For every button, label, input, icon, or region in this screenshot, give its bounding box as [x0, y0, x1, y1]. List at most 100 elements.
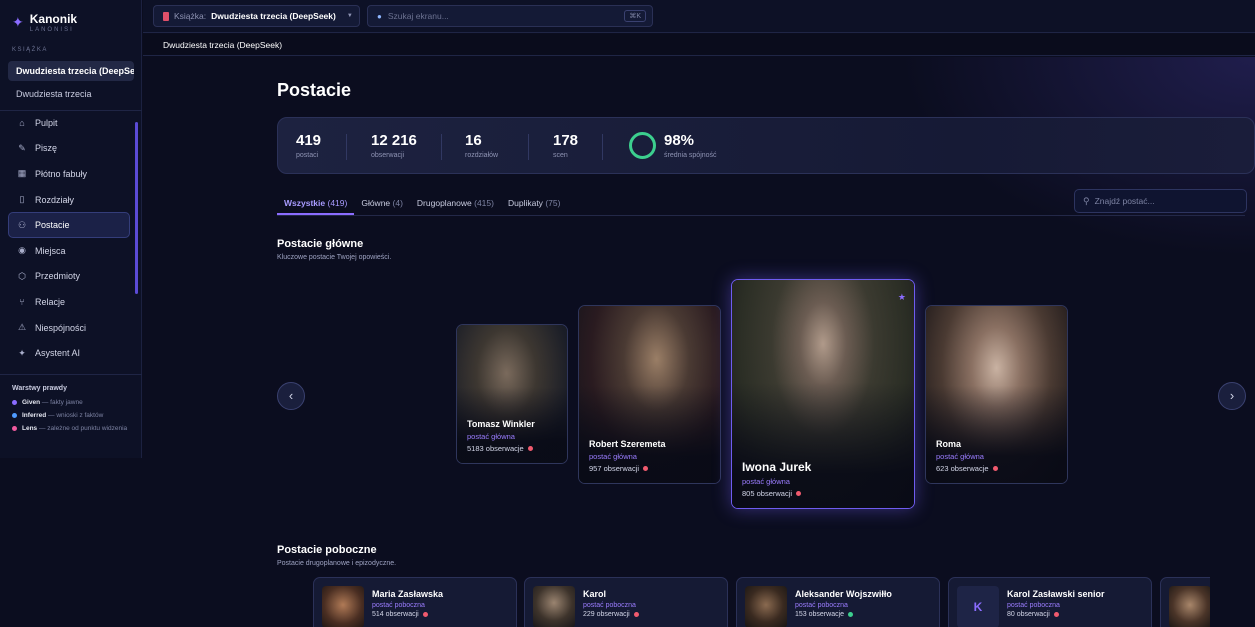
- character-info: Iwona Jurek postać główna 805 obserwacji: [742, 460, 811, 498]
- character-card-iwona[interactable]: ★ Iwona Jurek postać główna 805 obserwac…: [731, 279, 915, 509]
- sidebar-item-label: Relacje: [35, 296, 66, 307]
- sidebar-item-label: Pulpit: [35, 117, 58, 128]
- legend-given: Given — fakty jawne: [12, 398, 134, 407]
- pin-icon: ◉: [18, 245, 26, 256]
- character-search-placeholder: Znajdź postać...: [1094, 196, 1155, 206]
- consistency-ring: [629, 132, 656, 159]
- sidebar: ✦ Kanonik LANONISI KSIĄŻKA Dwudziesta tr…: [0, 0, 142, 458]
- breadcrumb-bar: Dwudziesta trzecia (DeepSeek): [143, 34, 1255, 56]
- status-dot-icon: [1053, 612, 1059, 617]
- character-observations: 153 obserwacje: [795, 611, 892, 618]
- character-name: Karol Zasławski senior: [1007, 589, 1105, 599]
- screen-search-placeholder: Szukaj ekranu...: [387, 11, 449, 21]
- book-item-default[interactable]: Dwudziesta trzecia: [8, 84, 134, 104]
- screen-search-input[interactable]: ● Szukaj ekranu... ⌘K: [367, 5, 653, 27]
- sparkle-logo-icon: ✦: [12, 14, 24, 30]
- sidebar-scrollbar[interactable]: [135, 122, 138, 294]
- character-card-roma[interactable]: Roma postać główna 623 obserwacje: [925, 305, 1068, 484]
- topbar: Książka: Dwudziesta trzecia (DeepSeek) ▼…: [143, 0, 1255, 33]
- book-selector[interactable]: Książka: Dwudziesta trzecia (DeepSeek) ▼: [153, 5, 360, 27]
- stat-characters: 419 postaci: [296, 132, 322, 159]
- character-role: postać poboczna: [372, 602, 425, 609]
- pencil-icon: ✎: [18, 142, 26, 153]
- stat-divider: [346, 134, 347, 160]
- sidebar-item-relacje[interactable]: ⑂ Relacje: [8, 289, 130, 315]
- carousel-next-button[interactable]: ›: [1218, 382, 1246, 410]
- book-icon: ▯: [19, 194, 25, 205]
- sidebar-item-pulpit[interactable]: ⌂ Pulpit: [8, 110, 130, 136]
- tab-secondary[interactable]: Drugoplanowe (415): [410, 193, 501, 215]
- home-icon: ⌂: [19, 117, 25, 128]
- tab-duplicates[interactable]: Duplikaty (75): [501, 193, 567, 215]
- character-info: Robert Szeremeta postać główna 957 obser…: [589, 439, 666, 473]
- side-section-title: Postacie poboczne: [277, 544, 377, 556]
- sidebar-item-przedmioty[interactable]: ⬡ Przedmioty: [8, 264, 130, 290]
- sidebar-nav: ⌂ Pulpit ✎ Piszę ▦ Płótno fabuły ▯ Rozdziały…: [8, 110, 130, 366]
- search-icon: ⚲: [1083, 195, 1090, 206]
- side-characters-list: Maria Zasławska postać poboczna 514 obse…: [313, 577, 1210, 627]
- stat-observations: 12 216 obserwacji: [371, 132, 417, 159]
- stats-panel: 419 postaci 12 216 obserwacji 16 rozdzia…: [277, 117, 1255, 174]
- sidebar-item-postacie[interactable]: ⚇ Postacie: [8, 212, 130, 238]
- chevron-right-icon: ›: [1229, 388, 1235, 403]
- status-dot-icon: [992, 466, 998, 471]
- lens-dot-icon: [12, 426, 17, 431]
- character-name: Robert Szeremeta: [589, 439, 666, 449]
- truth-layers-legend: Given — fakty jawne Inferred — wnioski z…: [12, 398, 134, 437]
- character-observations: 5183 obserwacje: [467, 444, 535, 453]
- character-card-robert[interactable]: Robert Szeremeta postać główna 957 obser…: [578, 305, 721, 484]
- character-search-input[interactable]: ⚲ Znajdź postać...: [1074, 189, 1247, 213]
- sidebar-item-rozdzialy[interactable]: ▯ Rozdziały: [8, 187, 130, 213]
- character-role: postać główna: [742, 477, 790, 486]
- search-icon: ●: [377, 11, 382, 21]
- sidebar-item-niespojnosci[interactable]: ⚠ Niespójności: [8, 315, 130, 341]
- sidebar-divider: [0, 374, 142, 375]
- character-observations: 957 obserwacji: [589, 464, 666, 473]
- status-dot-icon: [848, 612, 854, 617]
- sidebar-item-label: Piszę: [35, 143, 58, 154]
- shortcut-badge: ⌘K: [624, 10, 646, 22]
- avatar: [1169, 586, 1210, 627]
- carousel-prev-button[interactable]: ‹: [277, 382, 305, 410]
- sidebar-item-pisze[interactable]: ✎ Piszę: [8, 136, 130, 162]
- legend-title: Warstwy prawdy: [12, 385, 67, 392]
- character-name: Roma: [936, 439, 962, 449]
- sidebar-item-asystent[interactable]: ✦ Asystent AI: [8, 340, 130, 366]
- chevron-left-icon: ‹: [288, 388, 294, 403]
- character-role: postać poboczna: [1007, 602, 1060, 609]
- character-observations: 229 obserwacji: [583, 611, 639, 618]
- main-section-title: Postacie główne: [277, 238, 364, 250]
- stat-chapters: 16 rozdziałów: [465, 132, 499, 159]
- stat-consistency: 98% średnia spójność: [664, 132, 717, 159]
- grid-icon: ▦: [17, 168, 27, 179]
- stat-divider: [441, 134, 442, 160]
- main-section-subtitle: Kluczowe postacie Twojej opowieści.: [277, 254, 392, 261]
- stat-scenes: 178 scen: [553, 132, 579, 159]
- side-card-karol[interactable]: Karol postać poboczna 229 obserwacji: [524, 577, 728, 627]
- brand[interactable]: ✦ Kanonik LANONISI: [12, 12, 77, 34]
- avatar: [322, 586, 364, 627]
- sidebar-item-miejsca[interactable]: ◉ Miejsca: [8, 238, 130, 264]
- character-card-tomasz[interactable]: Tomasz Winkler postać główna 5183 obserw…: [456, 324, 568, 464]
- character-role: postać główna: [936, 452, 984, 461]
- book-selector-label: Książka:: [174, 11, 207, 21]
- character-role: postać poboczna: [795, 602, 848, 609]
- given-dot-icon: [12, 400, 17, 405]
- book-icon: [163, 11, 169, 21]
- side-card-karol-senior[interactable]: K Karol Zasławski senior postać poboczna…: [948, 577, 1152, 627]
- tab-all[interactable]: Wszystkie (419): [277, 193, 355, 215]
- book-item-deepseek[interactable]: Dwudziesta trzecia (DeepSeek): [8, 61, 134, 81]
- status-dot-icon: [527, 446, 533, 451]
- breadcrumb[interactable]: Dwudziesta trzecia (DeepSeek): [163, 40, 282, 50]
- users-icon: ⚇: [17, 219, 27, 230]
- side-card-aleksander[interactable]: Aleksander Wojszwiłło postać poboczna 15…: [736, 577, 940, 627]
- side-card-maria[interactable]: Maria Zasławska postać poboczna 514 obse…: [313, 577, 517, 627]
- sidebar-item-plotno[interactable]: ▦ Płótno fabuły: [8, 161, 130, 187]
- sidebar-item-label: Miejsca: [35, 245, 66, 256]
- character-role: postać poboczna: [583, 602, 636, 609]
- sidebar-item-label: Asystent AI: [35, 348, 81, 359]
- tab-main[interactable]: Główne (4): [354, 193, 410, 215]
- side-card-partial[interactable]: [1160, 577, 1210, 627]
- status-dot-icon: [633, 612, 639, 617]
- sidebar-item-label: Przedmioty: [35, 271, 81, 282]
